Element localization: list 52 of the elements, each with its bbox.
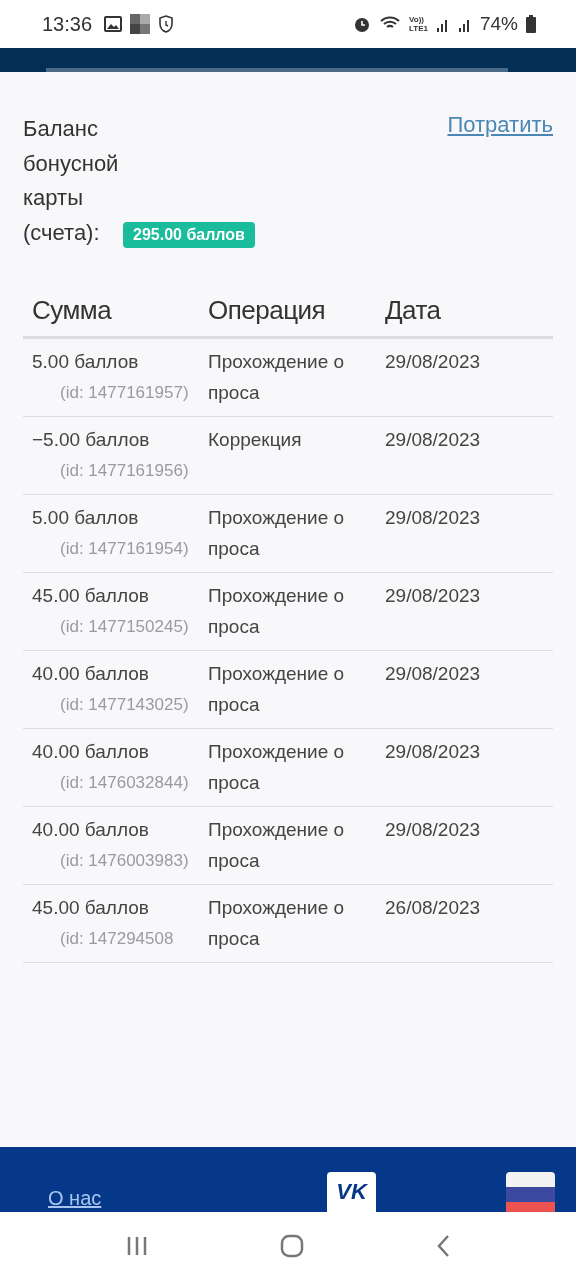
operation-cell-text: Прохождение опроса [207,818,346,873]
date-cell-text: 29/08/2023 [384,350,482,374]
operation-id: (id: 1477161954) [59,538,190,560]
amount-text: 45.00 баллов [32,584,150,608]
date-cell-text: 29/08/2023 [384,662,482,686]
flag-icon[interactable] [506,1172,555,1212]
battery-percent: 74% [479,13,518,35]
date-cell-text: 29/08/2023 [384,584,482,608]
network-label: Vo)) [409,15,425,24]
date-cell-text: 26/08/2023 [384,896,482,920]
spend-link[interactable]: Потратить [447,112,553,138]
about-link[interactable]: О нас [48,1187,102,1210]
image-icon [104,16,123,32]
operation-cell-text: Прохождение опроса [207,506,346,561]
vk-link[interactable]: VK [327,1172,376,1212]
amount-text: 5.00 баллов [32,506,140,530]
column-header: Сумма [31,295,113,326]
operation-cell-text: Прохождение опроса [207,662,346,717]
mosaic-icon [130,14,151,34]
balance-label: Баланс бонусной карты (счета): [23,115,120,247]
amount-text: 40.00 баллов [32,662,150,686]
amount-text: 40.00 баллов [32,818,150,842]
date-cell-text: 29/08/2023 [384,818,482,842]
operation-cell-text: Прохождение опроса [207,896,346,951]
operation-id: (id: 1477161956) [59,460,190,482]
battery-icon [526,15,536,33]
amount-text: −5.00 баллов [32,428,151,452]
operation-id: (id: 1477161957) [59,382,190,404]
date-cell-text: 29/08/2023 [384,428,482,452]
home-icon[interactable] [280,1234,304,1258]
column-header: Дата [384,295,442,326]
date-cell-text: 29/08/2023 [384,506,482,530]
back-icon[interactable] [436,1234,450,1258]
column-header: Операция [207,295,327,326]
operation-id: (id: 1477143025) [59,694,190,716]
operation-id: (id: 1477150245) [59,616,190,638]
operation-id: (id: 1476003983) [59,850,190,872]
balance-badge: 295.00 баллов [123,222,255,248]
shield-icon [158,15,175,33]
operation-id: (id: 147294508 [59,928,175,950]
operation-cell-text: Коррекция [207,428,303,452]
network-label: LTE1 [409,24,428,33]
amount-text: 5.00 баллов [32,350,140,374]
status-time: 13:36 [42,12,93,36]
amount-text: 40.00 баллов [32,740,150,764]
operation-cell-text: Прохождение опроса [207,584,346,639]
date-cell-text: 29/08/2023 [384,740,482,764]
recent-apps-icon[interactable] [126,1235,148,1257]
operation-id: (id: 1476032844) [59,772,190,794]
operation-cell-text: Прохождение опроса [207,350,346,405]
amount-text: 45.00 баллов [32,896,150,920]
operation-cell-text: Прохождение опроса [207,740,346,795]
